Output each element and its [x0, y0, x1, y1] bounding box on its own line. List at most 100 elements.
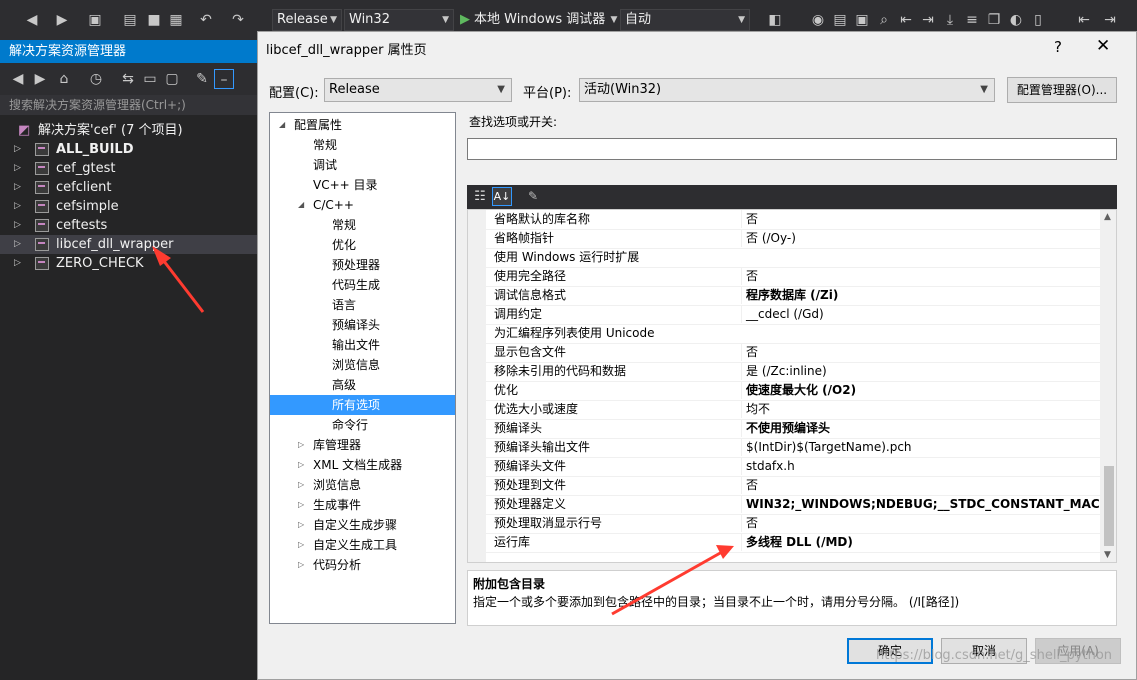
find-icon[interactable]: ⌕ [874, 10, 894, 30]
back-icon[interactable]: ◀ [8, 69, 28, 89]
collapsed-icon[interactable]: ▷ [298, 475, 304, 495]
forward-icon[interactable]: ▶ [30, 69, 50, 89]
expand-icon[interactable]: ▷ [14, 178, 21, 197]
property-value[interactable]: $(IntDir)$(TargetName).pch [741, 438, 1106, 456]
project-node[interactable]: ▷ cefsimple [0, 197, 257, 216]
expanded-icon[interactable]: ◢ [279, 115, 285, 135]
property-value[interactable]: stdafx.h [741, 457, 1106, 475]
property-row[interactable]: 移除未引用的代码和数据是 (/Zc:inline) [486, 362, 1100, 382]
image-icon[interactable]: ▣ [852, 10, 872, 30]
project-node[interactable]: ▷ ceftests [0, 216, 257, 235]
config-select[interactable]: Release ▼ [324, 78, 512, 102]
tree-item[interactable]: 调试 [270, 155, 455, 175]
toolbox-icon[interactable]: ◧ [765, 10, 785, 30]
property-row[interactable]: 优化 使速度最大化 (/O2) [486, 381, 1100, 401]
indent-icon[interactable]: ⇥ [1100, 10, 1120, 30]
close-button[interactable]: ✕ [1096, 36, 1110, 56]
solution-node[interactable]: ◩ 解决方案'cef' (7 个项目) [0, 121, 257, 140]
property-row[interactable]: 使用完全路径否 [486, 267, 1100, 287]
comment-icon[interactable]: ≡ [962, 10, 982, 30]
project-node[interactable]: ▷ cef_gtest [0, 159, 257, 178]
expand-icon[interactable]: ▷ [14, 254, 21, 273]
arrow-right-icon[interactable]: ⇥ [918, 10, 938, 30]
tree-item[interactable]: 命令行 [270, 415, 455, 435]
preview-icon[interactable]: – [214, 69, 234, 89]
collapse-all-icon[interactable]: ▭ [140, 69, 160, 89]
project-node[interactable]: ▷ cefclient [0, 178, 257, 197]
property-value[interactable]: 否 [741, 343, 1106, 361]
property-row[interactable]: 预处理到文件否 [486, 476, 1100, 496]
solution-config-combo[interactable]: Release ▼ [272, 9, 342, 31]
project-node[interactable]: ▷ libcef_dll_wrapper [0, 235, 257, 254]
tree-item[interactable]: 代码生成 [270, 275, 455, 295]
tree-item[interactable]: 常规 [270, 135, 455, 155]
project-node[interactable]: ▷ ZERO_CHECK [0, 254, 257, 273]
history-icon[interactable]: ◷ [86, 69, 106, 89]
property-row[interactable]: 预处理器定义 WIN32;_WINDOWS;NDEBUG;__STDC_CONST… [486, 495, 1106, 515]
tree-item[interactable]: 预编译头 [270, 315, 455, 335]
tree-item[interactable]: ◢ C/C++ [270, 195, 455, 215]
tree-item[interactable]: ▷ 浏览信息 [270, 475, 455, 495]
save-all-icon[interactable]: ▦ [166, 10, 186, 30]
tree-item[interactable]: VC++ 目录 [270, 175, 455, 195]
wrench-icon[interactable]: ✎ [524, 187, 542, 206]
redo-icon[interactable]: ↷ [228, 10, 248, 30]
property-value[interactable]: 否 [741, 514, 1106, 532]
collapsed-icon[interactable]: ▷ [298, 535, 304, 555]
scroll-up-icon[interactable]: ▲ [1104, 212, 1111, 222]
tree-item[interactable]: ▷ 自定义生成步骤 [270, 515, 455, 535]
start-debug-button[interactable]: ▶ 本地 Windows 调试器 [460, 9, 605, 31]
property-row[interactable]: 调试信息格式 程序数据库 (/Zi) [486, 286, 1100, 306]
tree-item[interactable]: 浏览信息 [270, 355, 455, 375]
window-icon[interactable]: ❐ [984, 10, 1004, 30]
collapsed-icon[interactable]: ▷ [298, 555, 304, 575]
home-icon[interactable]: ⌂ [54, 69, 74, 89]
property-value[interactable]: 否 (/Oy-) [741, 229, 1106, 247]
tree-item[interactable]: ▷ 自定义生成工具 [270, 535, 455, 555]
property-row[interactable]: 使用 Windows 运行时扩展 [486, 248, 1100, 268]
expand-icon[interactable]: ▷ [14, 235, 21, 254]
solution-search-input[interactable]: 搜索解决方案资源管理器(Ctrl+;) [0, 95, 257, 115]
scroll-thumb[interactable] [1104, 466, 1114, 546]
forward-icon[interactable]: ▶ [52, 10, 72, 30]
property-row[interactable]: 预编译头 不使用预编译头 [486, 419, 1100, 439]
help-button[interactable]: ? [1054, 38, 1062, 56]
collapsed-icon[interactable]: ▷ [298, 455, 304, 475]
sort-alpha-icon[interactable]: A↓ [492, 187, 512, 206]
categorized-icon[interactable]: ☷ [471, 187, 489, 206]
expand-icon[interactable]: ▷ [14, 140, 21, 159]
tree-item[interactable]: 所有选项 [270, 395, 455, 415]
property-row[interactable]: 为汇编程序列表使用 Unicode [486, 324, 1100, 344]
expanded-icon[interactable]: ◢ [298, 195, 304, 215]
bookmark-icon[interactable]: ▯ [1028, 10, 1048, 30]
tree-item[interactable]: ▷ XML 文档生成器 [270, 455, 455, 475]
property-row[interactable]: 调用约定 __cdecl (/Gd) [486, 305, 1100, 325]
undo-icon[interactable]: ↶ [196, 10, 216, 30]
tree-item[interactable]: ▷ 生成事件 [270, 495, 455, 515]
tree-item[interactable]: ◢ 配置属性 [270, 115, 455, 135]
collapsed-icon[interactable]: ▷ [298, 515, 304, 535]
property-row[interactable]: 预编译头输出文件 $(IntDir)$(TargetName).pch [486, 438, 1100, 458]
save-icon[interactable]: ■ [144, 10, 164, 30]
property-row[interactable]: 运行库 多线程 DLL (/MD) [486, 533, 1100, 553]
expand-icon[interactable]: ▷ [14, 216, 21, 235]
debug-mode-combo[interactable]: 自动 ▼ [620, 9, 750, 31]
property-value[interactable]: 使速度最大化 (/O2) [741, 381, 1106, 399]
property-row[interactable]: 预处理取消显示行号否 [486, 514, 1100, 534]
solution-platform-combo[interactable]: Win32 ▼ [344, 9, 454, 31]
option-search-input[interactable] [467, 138, 1117, 160]
config-manager-button[interactable]: 配置管理器(O)... [1007, 77, 1117, 103]
property-value[interactable]: 否 [741, 210, 1106, 228]
property-value[interactable]: 程序数据库 (/Zi) [741, 286, 1106, 304]
back-icon[interactable]: ◀ [22, 10, 42, 30]
folder-icon[interactable]: ▤ [830, 10, 850, 30]
platform-select[interactable]: 活动(Win32) ▼ [579, 78, 995, 102]
expand-icon[interactable]: ▷ [14, 197, 21, 216]
tree-item[interactable]: 优化 [270, 235, 455, 255]
property-value[interactable]: __cdecl (/Gd) [741, 305, 1106, 323]
property-value[interactable]: 是 (/Zc:inline) [741, 362, 1106, 380]
scroll-down-icon[interactable]: ▼ [1104, 550, 1111, 560]
properties-wrench-icon[interactable]: ✎ [192, 69, 212, 89]
tree-item[interactable]: 输出文件 [270, 335, 455, 355]
settings-icon[interactable]: ◐ [1006, 10, 1026, 30]
